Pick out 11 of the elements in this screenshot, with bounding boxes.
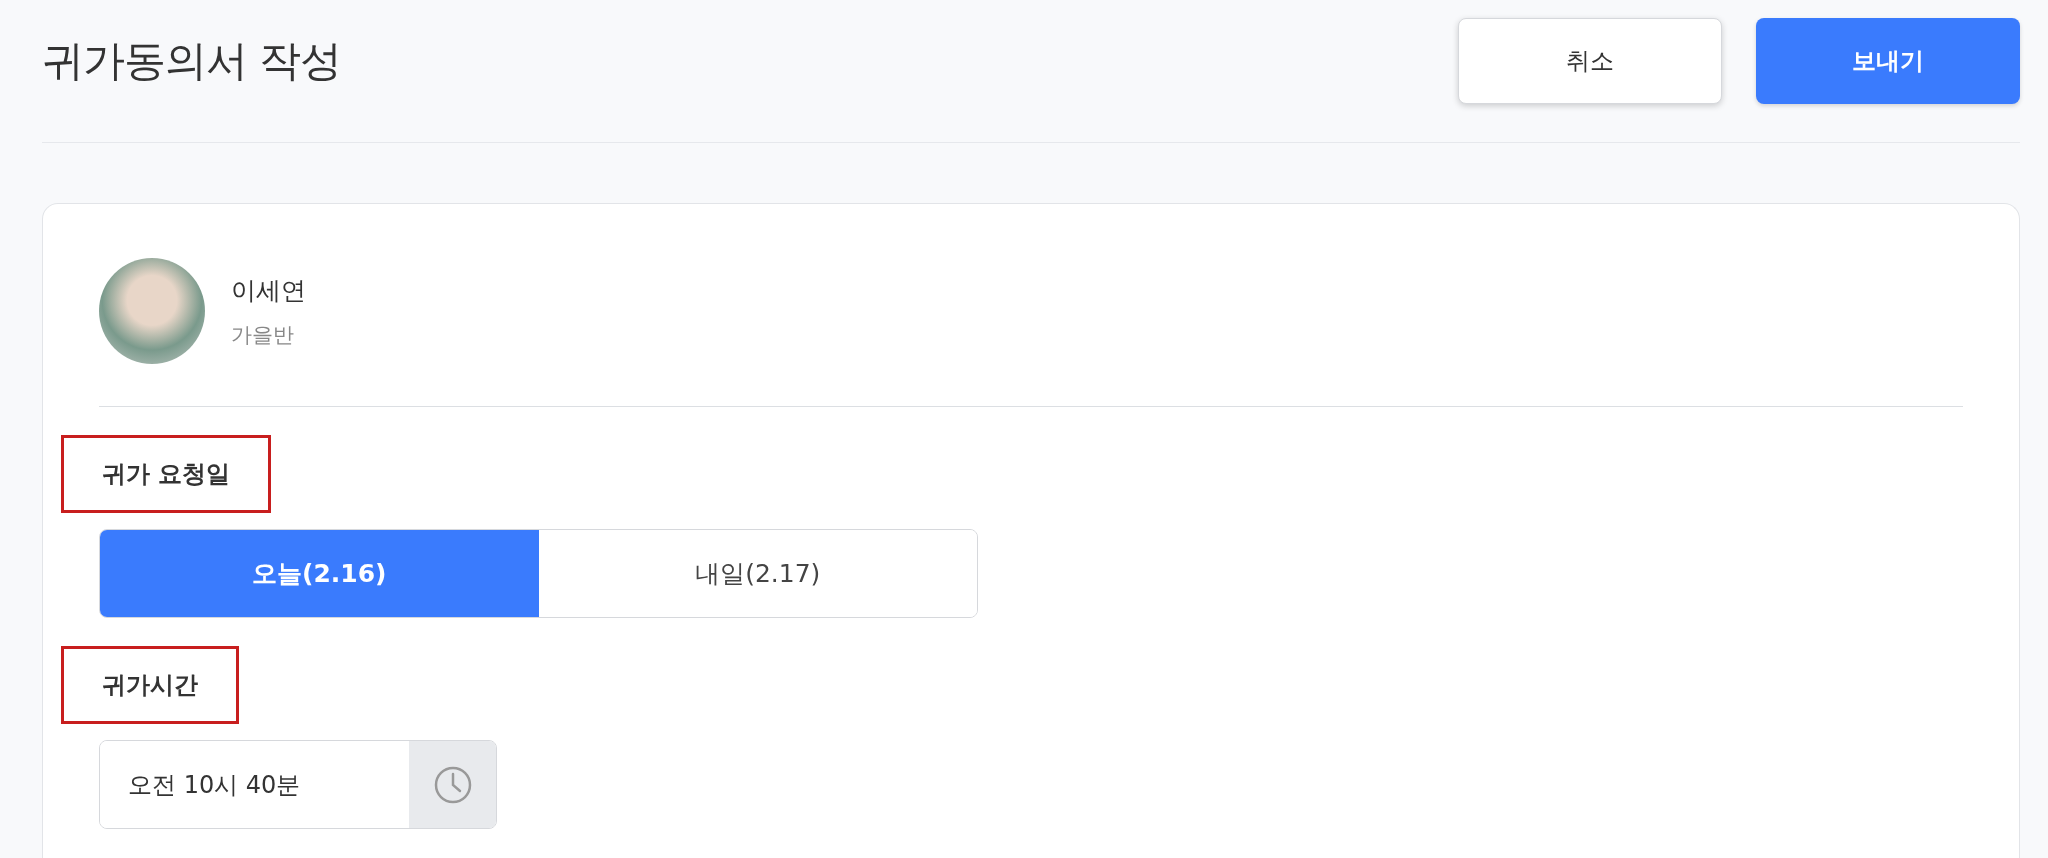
cancel-button[interactable]: 취소 — [1458, 18, 1722, 104]
section-label: 귀가시간 — [61, 646, 239, 724]
date-tab[interactable]: 오늘(2.16) — [100, 530, 539, 617]
clock-button[interactable] — [409, 741, 496, 828]
section-label: 귀가 요청일 — [61, 435, 272, 513]
time-field[interactable]: 오전 10시 40분 — [99, 740, 497, 829]
send-button[interactable]: 보내기 — [1756, 18, 2020, 104]
clock-icon — [432, 764, 473, 805]
page-title: 귀가동의서 작성 — [42, 35, 342, 87]
student-name: 이세연 — [231, 274, 306, 307]
class-name: 가을반 — [231, 321, 295, 349]
